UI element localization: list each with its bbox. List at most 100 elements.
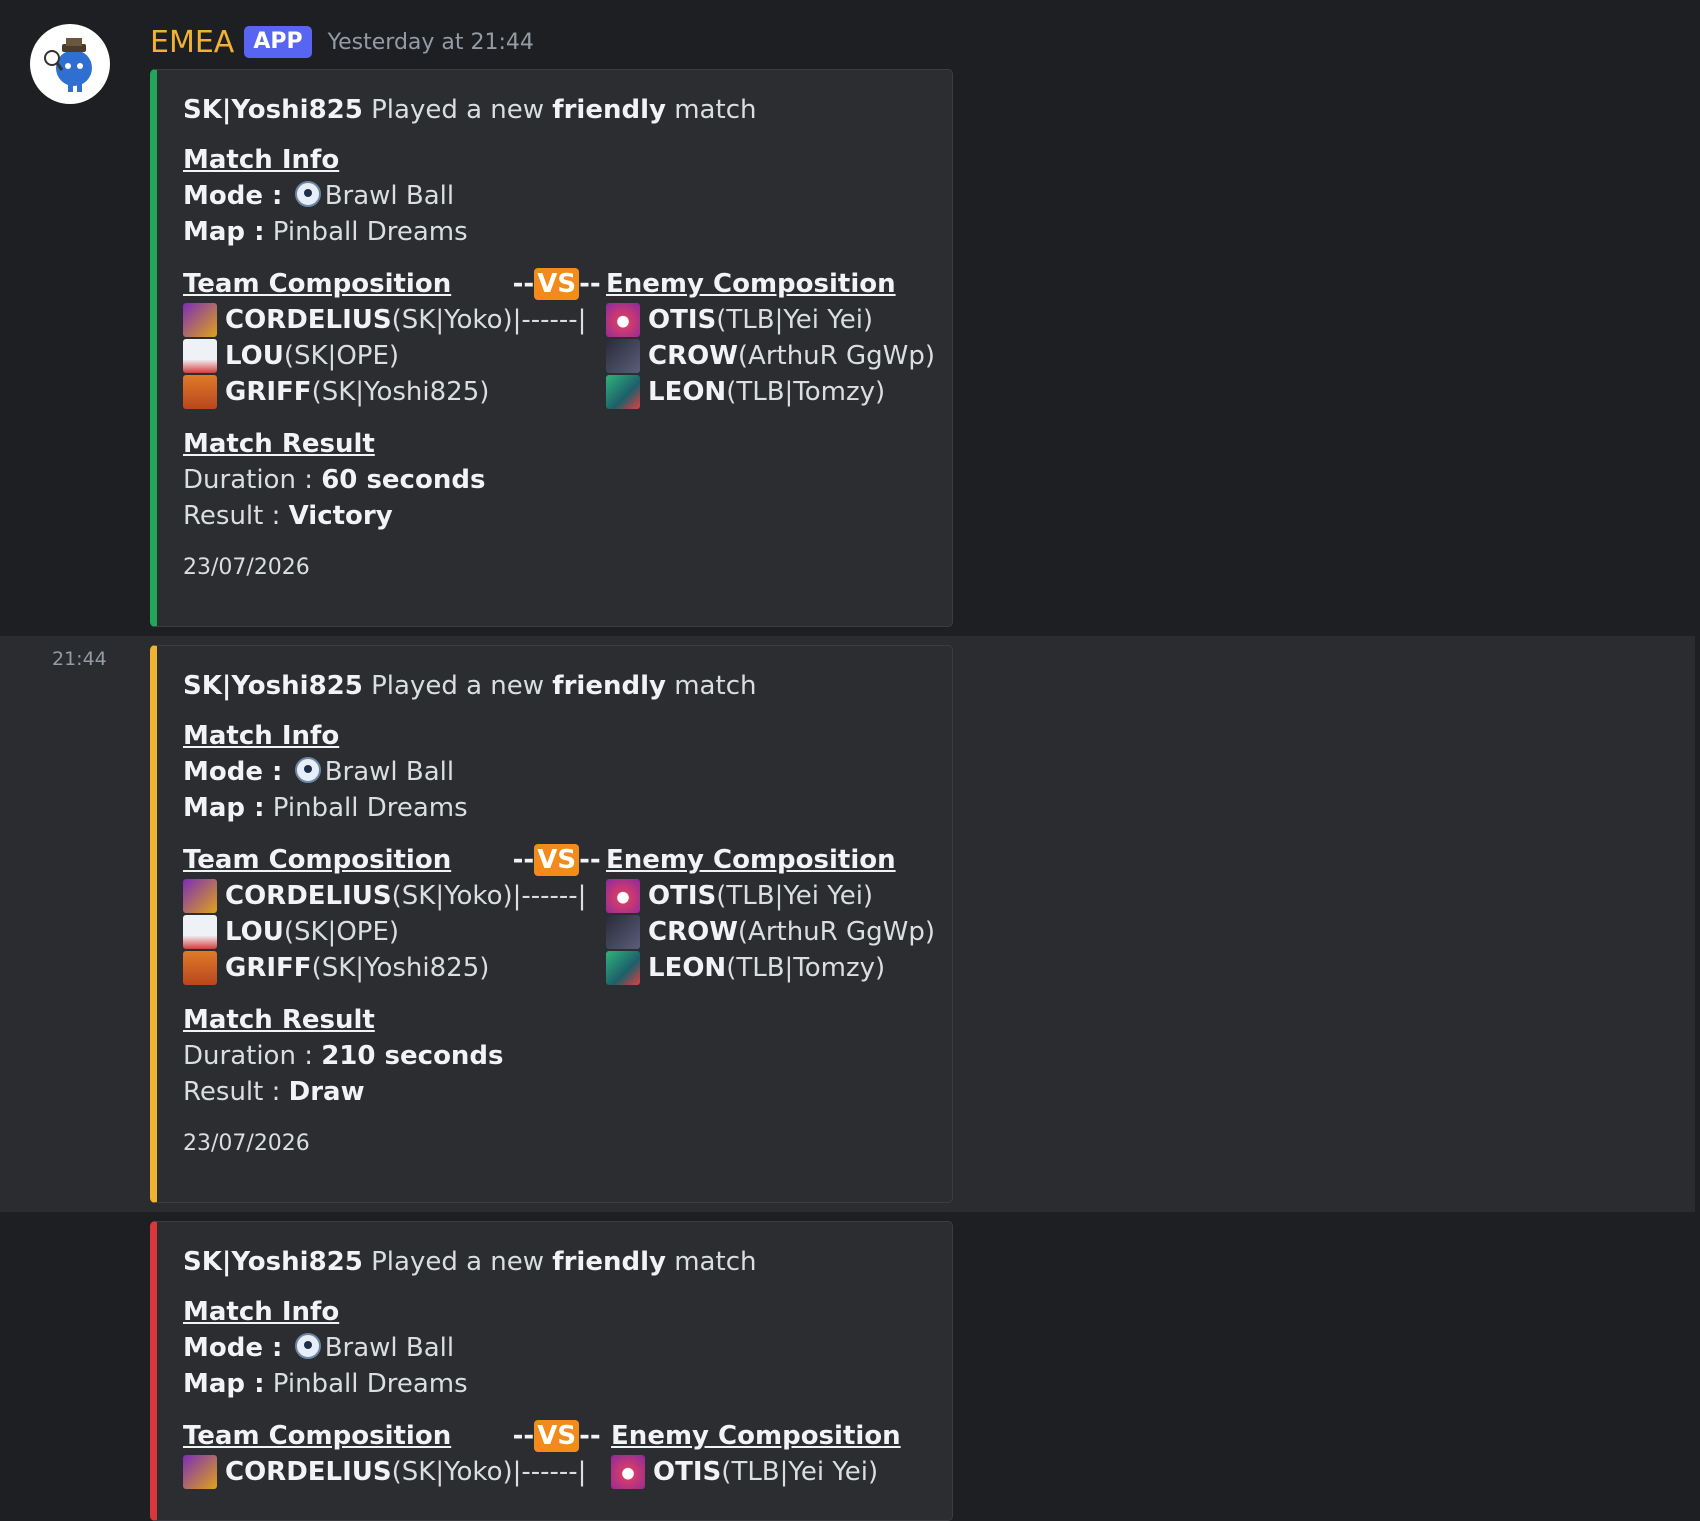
leon-icon — [606, 375, 640, 409]
duration-label: Duration : — [183, 465, 322, 495]
duration-label: Duration : — [183, 1041, 322, 1071]
soccer-ball-icon — [294, 181, 321, 207]
title-text: Played a new — [362, 1247, 553, 1277]
team-row: LOU (SK|OPE) — [183, 338, 513, 374]
embed-title: SK|Yoshi825 Played a new friendly match — [183, 92, 926, 128]
map-value: Pinball Dreams — [272, 793, 468, 823]
match-result-heading: Match Result — [183, 429, 375, 459]
match-type: friendly — [552, 671, 666, 701]
enemy-row: OTIS (TLB|Yei Yei) — [606, 878, 926, 914]
vs-dash: -- — [579, 845, 601, 875]
message-timestamp[interactable]: Yesterday at 21:44 — [328, 30, 534, 55]
map-label: Map : — [183, 1369, 265, 1399]
brawler-name: CORDELIUS — [225, 305, 392, 335]
vs-badge: VS — [534, 844, 580, 876]
brawler-player: (SK|Yoshi825) — [311, 953, 490, 983]
mode-label: Mode : — [183, 181, 283, 211]
mode-line: Mode : Brawl Ball — [183, 754, 926, 790]
team-heading: Team Composition — [183, 269, 452, 299]
team-row: GRIFF (SK|Yoshi825) — [183, 374, 513, 410]
team-row: CORDELIUS (SK|Yoko) — [183, 302, 513, 338]
vs-column: -- VS -- |------| — [513, 1418, 611, 1490]
brawler-player: (TLB|Yei Yei) — [716, 305, 874, 335]
cordelius-icon — [183, 879, 217, 913]
duration-value: 60 seconds — [321, 465, 486, 495]
result-label: Result : — [183, 1077, 289, 1107]
enemy-row: LEON (TLB|Tomzy) — [606, 950, 926, 986]
vs-divider: |------| — [512, 1457, 587, 1487]
brawler-player: (SK|Yoko) — [391, 881, 513, 911]
result-line: Result : Victory — [183, 498, 926, 534]
mode-line: Mode : Brawl Ball — [183, 178, 926, 214]
mode-label: Mode : — [183, 757, 283, 787]
brawler-player: (SK|Yoshi825) — [311, 377, 490, 407]
player-name: SK|Yoshi825 — [183, 95, 363, 125]
enemy-row: CROW (ArthuR GgWp) — [606, 914, 935, 950]
match-result-heading: Match Result — [183, 1005, 375, 1035]
enemy-column: Enemy Composition OTIS (TLB|Yei Yei) — [611, 1418, 926, 1490]
title-text: Played a new — [362, 671, 553, 701]
enemy-column: Enemy Composition OTIS (TLB|Yei Yei) CRO… — [606, 842, 935, 986]
hover-timestamp[interactable]: 21:44 — [52, 648, 107, 670]
mode-value: Brawl Ball — [324, 757, 455, 787]
author-name[interactable]: EMEA — [150, 25, 234, 60]
enemy-row: LEON (TLB|Tomzy) — [606, 374, 926, 410]
match-info-heading: Match Info — [183, 721, 340, 751]
brawler-player: (TLB|Tomzy) — [726, 953, 886, 983]
brawler-player: (TLB|Yei Yei) — [721, 1457, 879, 1487]
map-line: Map : Pinball Dreams — [183, 790, 926, 826]
brawler-player: (SK|OPE) — [283, 341, 400, 371]
otis-icon — [606, 879, 640, 913]
title-text-end: match — [665, 671, 757, 701]
enemy-row: OTIS (TLB|Yei Yei) — [611, 1454, 926, 1490]
soccer-ball-icon — [294, 757, 321, 783]
team-column: Team Composition CORDELIUS (SK|Yoko) LOU… — [183, 842, 513, 986]
team-row: LOU (SK|OPE) — [183, 914, 513, 950]
vs-dash: -- — [512, 845, 535, 875]
title-text-end: match — [665, 95, 757, 125]
otis-icon — [606, 303, 640, 337]
composition-table: Team Composition CORDELIUS (SK|Yoko) -- V… — [183, 1418, 926, 1490]
vs-dash: -- — [512, 269, 535, 299]
embed-date: 23/07/2026 — [183, 1131, 310, 1156]
brawler-name: OTIS — [648, 305, 717, 335]
brawler-player: (SK|OPE) — [283, 917, 400, 947]
composition-table: Team Composition CORDELIUS (SK|Yoko) LOU… — [183, 266, 935, 410]
mode-value: Brawl Ball — [324, 1333, 455, 1363]
mode-value: Brawl Ball — [324, 181, 455, 211]
mode-label: Mode : — [183, 1333, 283, 1363]
cordelius-icon — [183, 303, 217, 337]
enemy-row: OTIS (TLB|Yei Yei) — [606, 302, 926, 338]
match-embed-defeat: SK|Yoshi825 Played a new friendly match … — [150, 1221, 953, 1521]
title-text-end: match — [665, 1247, 757, 1277]
team-column: Team Composition CORDELIUS (SK|Yoko) — [183, 1418, 513, 1490]
match-info-heading: Match Info — [183, 145, 340, 175]
title-text: Played a new — [362, 95, 553, 125]
team-heading: Team Composition — [183, 1421, 452, 1451]
team-row: CORDELIUS (SK|Yoko) — [183, 878, 513, 914]
message-group: EMEA APP Yesterday at 21:44 SK|Yoshi825 … — [0, 0, 1700, 636]
vs-badge: VS — [534, 1420, 580, 1452]
match-type: friendly — [552, 95, 666, 125]
vs-badge: VS — [534, 268, 580, 300]
result-label: Result : — [183, 501, 289, 531]
brawler-name: LOU — [225, 917, 284, 947]
bot-avatar[interactable] — [30, 24, 110, 104]
map-value: Pinball Dreams — [272, 217, 468, 247]
brawler-player: (TLB|Tomzy) — [726, 377, 886, 407]
vs-dash: -- — [579, 1421, 601, 1451]
map-label: Map : — [183, 793, 265, 823]
lou-icon — [183, 339, 217, 373]
embed-title: SK|Yoshi825 Played a new friendly match — [183, 1244, 926, 1280]
duration-line: Duration : 210 seconds — [183, 1038, 926, 1074]
team-row: CORDELIUS (SK|Yoko) — [183, 1454, 513, 1490]
player-name: SK|Yoshi825 — [183, 1247, 363, 1277]
result-line: Result : Draw — [183, 1074, 926, 1110]
brawler-name: GRIFF — [225, 953, 312, 983]
brawler-player: (SK|Yoko) — [391, 1457, 513, 1487]
match-type: friendly — [552, 1247, 666, 1277]
brawler-name: OTIS — [648, 881, 717, 911]
mode-line: Mode : Brawl Ball — [183, 1330, 926, 1366]
enemy-heading: Enemy Composition — [606, 269, 896, 299]
crow-icon — [606, 915, 640, 949]
